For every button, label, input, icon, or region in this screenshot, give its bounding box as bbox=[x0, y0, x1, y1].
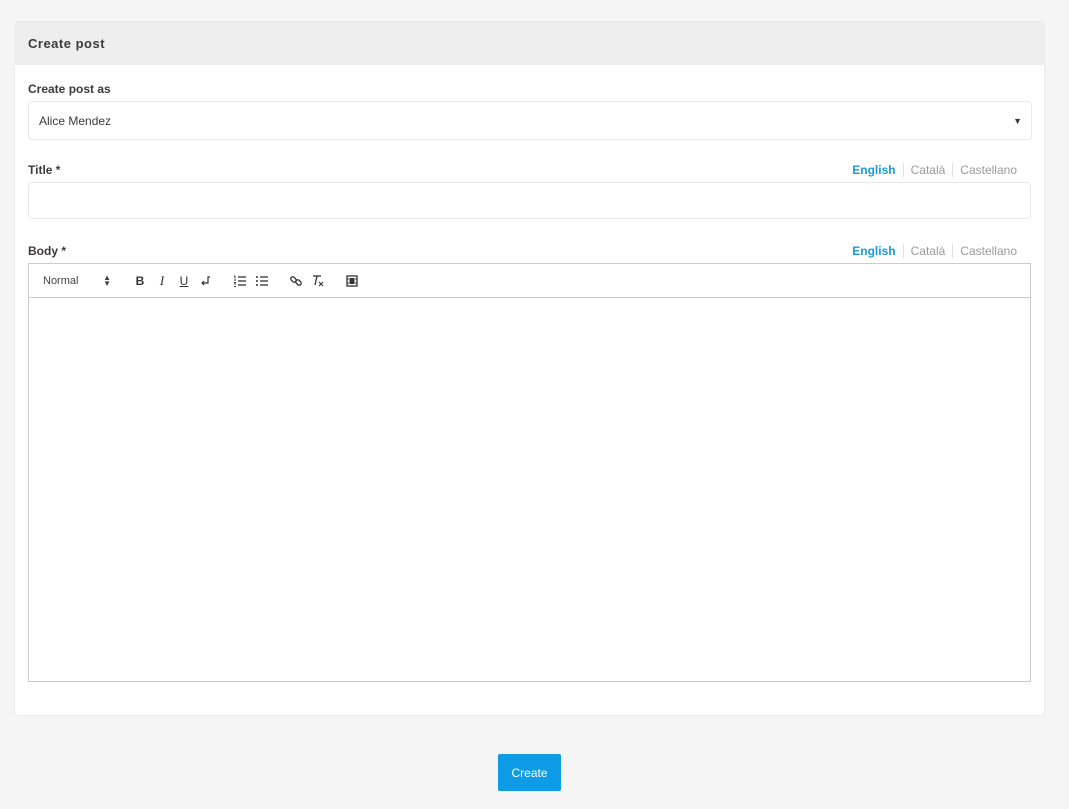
video-button[interactable] bbox=[341, 270, 363, 292]
body-tab-english[interactable]: English bbox=[845, 244, 902, 258]
body-language-tabs: English Català Castellano bbox=[845, 244, 1024, 258]
author-label: Create post as bbox=[28, 82, 111, 96]
ordered-list-button[interactable] bbox=[229, 270, 251, 292]
underline-icon: U bbox=[179, 273, 189, 288]
link-break-icon bbox=[201, 275, 210, 285]
author-select[interactable]: Alice Mendez ▼ bbox=[28, 101, 1032, 140]
format-select-value: Normal bbox=[43, 274, 79, 287]
up-down-arrows-icon: ▲ ▼ bbox=[103, 272, 111, 288]
title-input[interactable] bbox=[28, 182, 1031, 219]
title-tab-english[interactable]: English bbox=[845, 163, 902, 177]
body-editor: Normal ▲ ▼ B I U bbox=[28, 263, 1031, 682]
ordered-list-icon bbox=[234, 275, 246, 287]
italic-icon: I bbox=[159, 272, 165, 288]
clear-format-button[interactable] bbox=[307, 270, 329, 292]
title-language-tabs: English Català Castellano bbox=[845, 163, 1024, 177]
format-select[interactable]: Normal ▲ ▼ bbox=[43, 272, 111, 288]
editor-content-area[interactable] bbox=[29, 298, 1030, 681]
link-button[interactable] bbox=[285, 270, 307, 292]
create-post-card: Create post Create post as Alice Mendez … bbox=[14, 21, 1045, 716]
title-label: Title * bbox=[28, 163, 61, 177]
italic-button[interactable]: I bbox=[151, 270, 173, 292]
bullet-list-button[interactable] bbox=[251, 270, 273, 292]
underline-button[interactable]: U bbox=[173, 270, 195, 292]
bold-button[interactable]: B bbox=[129, 270, 151, 292]
body-tab-catala[interactable]: Català bbox=[902, 244, 953, 258]
bold-icon: B bbox=[135, 273, 145, 288]
body-label: Body * bbox=[28, 244, 67, 258]
title-tab-castellano[interactable]: Castellano bbox=[952, 163, 1024, 177]
title-tab-catala[interactable]: Català bbox=[902, 163, 953, 177]
body-tab-castellano[interactable]: Castellano bbox=[952, 244, 1024, 258]
link-break-button[interactable] bbox=[195, 270, 217, 292]
caret-down-icon: ▼ bbox=[1013, 115, 1022, 126]
editor-toolbar: Normal ▲ ▼ B I U bbox=[29, 264, 1030, 298]
video-icon bbox=[346, 274, 358, 287]
card-title: Create post bbox=[15, 22, 1044, 65]
clear-format-icon bbox=[313, 274, 324, 286]
author-select-value: Alice Mendez bbox=[39, 113, 112, 128]
bullet-list-icon bbox=[256, 275, 268, 286]
link-icon bbox=[290, 275, 302, 286]
create-button[interactable]: Create bbox=[498, 754, 561, 791]
